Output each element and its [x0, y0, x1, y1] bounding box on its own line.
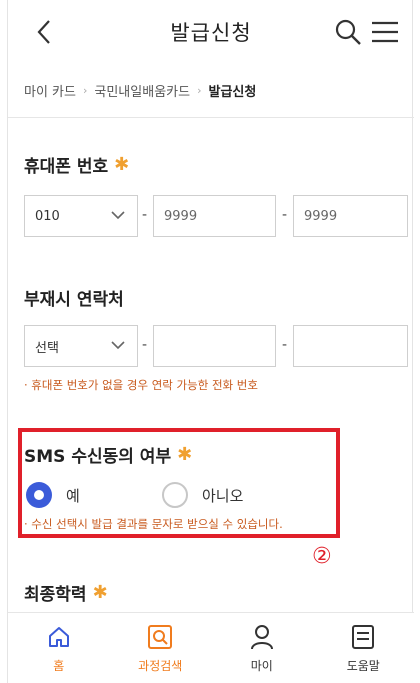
nav-item-home[interactable]: 홈 — [8, 613, 110, 683]
nav-label: 마이 — [250, 658, 273, 673]
sms-label: SMS 수신동의 여부 ✱ — [24, 444, 193, 467]
education-label: 최종학력 ✱ — [24, 582, 108, 605]
dash: - — [142, 207, 148, 223]
nav-label: 홈 — [53, 658, 65, 673]
breadcrumb-item-my-card[interactable]: 마이 카드 — [24, 81, 76, 100]
mobile-last-input[interactable]: 9999 — [293, 195, 408, 237]
bottom-navigation: 홈 과정검색 마이 도움말 — [8, 612, 414, 683]
breadcrumb-separator: › — [197, 83, 202, 97]
chevron-down-icon — [111, 211, 125, 220]
alt-prefix-select[interactable]: 선택 — [24, 325, 138, 367]
radio-unselected-icon — [162, 482, 188, 508]
divider — [8, 117, 414, 118]
alt-contact-hint: · 휴대폰 번호가 없을 경우 연락 가능한 전화 번호 — [24, 378, 258, 392]
mobile-prefix-select[interactable]: 010 — [24, 195, 138, 237]
app-header: 발급신청 — [8, 0, 414, 64]
course-search-icon — [146, 623, 174, 651]
home-icon — [45, 623, 73, 651]
mobile-label: 휴대폰 번호 ✱ — [24, 154, 130, 177]
alt-last-input[interactable] — [293, 325, 408, 367]
search-icon — [335, 19, 361, 45]
search-button[interactable] — [334, 18, 362, 46]
breadcrumb-current: 발급신청 — [208, 84, 257, 100]
sms-option-no[interactable]: 아니오 — [162, 482, 243, 508]
required-mark: ✱ — [92, 582, 108, 603]
dash: - — [142, 337, 148, 353]
person-icon — [248, 623, 276, 651]
sms-hint: · 수신 선택시 발급 결과를 문자로 받으실 수 있습니다. — [24, 517, 283, 531]
nav-label: 도움말 — [346, 658, 380, 673]
step-annotation: ② — [312, 544, 332, 569]
help-document-icon — [349, 623, 377, 651]
breadcrumb-separator: › — [82, 83, 88, 97]
nav-item-my[interactable]: 마이 — [211, 613, 313, 683]
mobile-middle-input[interactable]: 9999 — [153, 195, 276, 237]
nav-item-help[interactable]: 도움말 — [313, 613, 415, 683]
app-frame: 발급신청 마이 카드 › 국민내일배움카드 › 발급신청 휴대폰 번호 ✱ 01… — [7, 0, 414, 683]
required-mark: ✱ — [177, 444, 193, 465]
radio-selected-icon — [26, 482, 52, 508]
dash: - — [282, 207, 288, 223]
sms-option-yes[interactable]: 예 — [26, 482, 80, 508]
alt-middle-input[interactable] — [153, 325, 276, 367]
chevron-left-icon — [37, 20, 50, 44]
nav-label: 과정검색 — [138, 658, 183, 673]
alt-contact-label: 부재시 연락처 — [24, 290, 124, 310]
dash: - — [282, 337, 288, 353]
back-button[interactable] — [30, 18, 58, 46]
breadcrumb-item-card[interactable]: 국민내일배움카드 — [94, 81, 190, 100]
breadcrumb: 마이 카드 › 국민내일배움카드 › 발급신청 — [24, 80, 256, 100]
page-title: 발급신청 — [170, 21, 252, 45]
chevron-down-icon — [111, 341, 125, 350]
hamburger-menu-icon — [372, 21, 398, 43]
required-mark: ✱ — [114, 154, 130, 175]
menu-button[interactable] — [370, 18, 400, 46]
nav-item-course-search[interactable]: 과정검색 — [110, 613, 212, 683]
